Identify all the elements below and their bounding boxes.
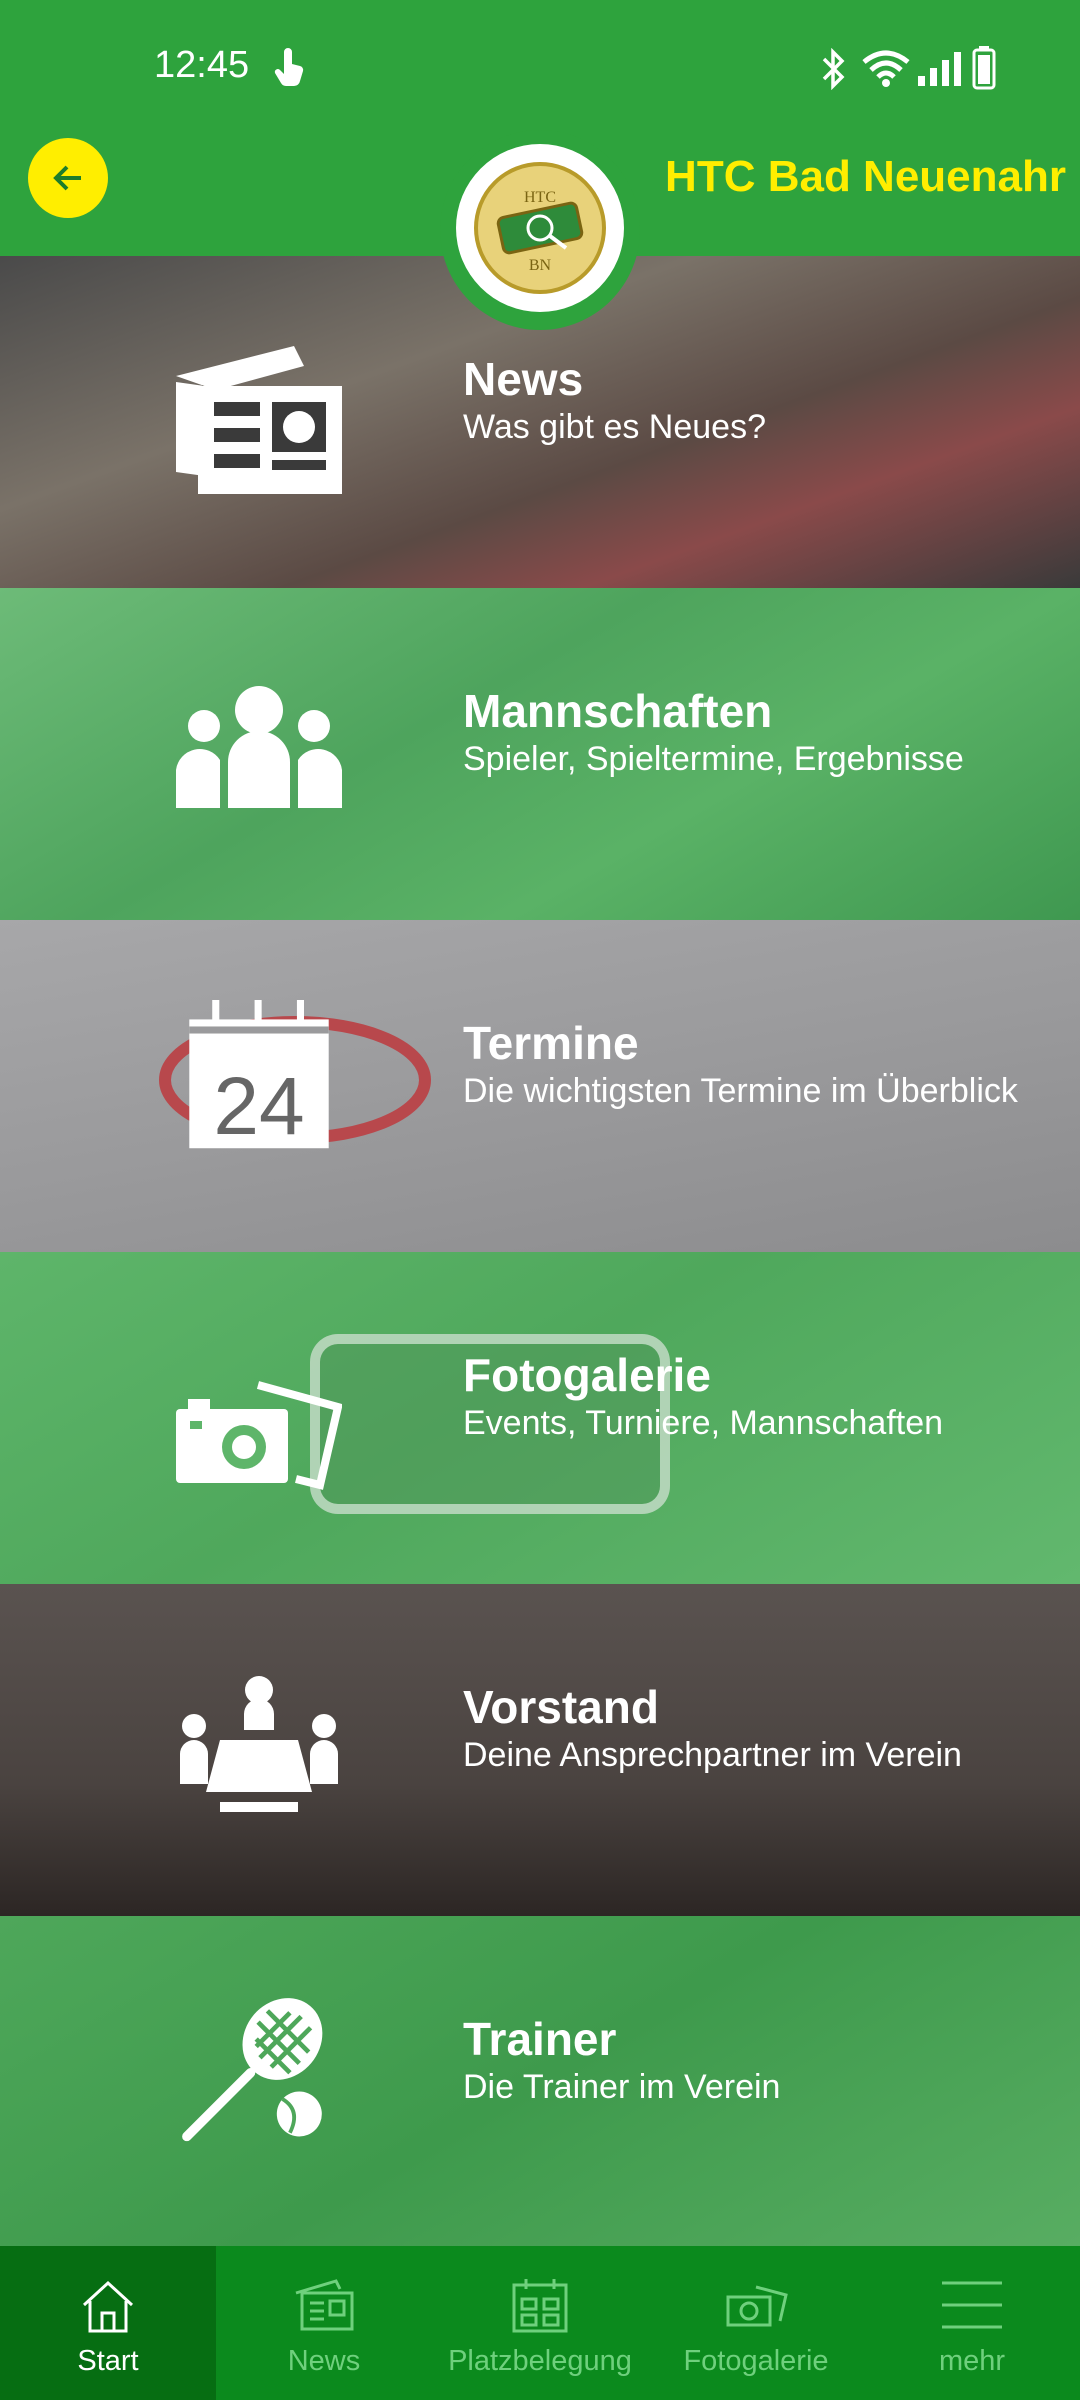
back-button[interactable]: [28, 138, 108, 218]
svg-text:BN: BN: [529, 257, 552, 274]
team-icon: [176, 686, 342, 808]
status-bar: 12:45: [0, 0, 1080, 140]
nav-label: Start: [77, 2345, 139, 2377]
camera-icon: [176, 1381, 342, 1490]
bluetooth-icon: [822, 48, 845, 90]
tile-subtitle: Events, Turniere, Mannschaften: [463, 1404, 944, 1442]
nav-label: Fotogalerie: [683, 2345, 829, 2377]
touch-icon: [274, 48, 304, 87]
menu-tile-mannschaften[interactable]: Mannschaften Spieler, Spieltermine, Erge…: [0, 588, 1080, 920]
menu-tile-vorstand[interactable]: Vorstand Deine Ansprechpartner im Verein: [0, 1584, 1080, 1916]
newspaper-icon: [295, 2279, 354, 2331]
nav-item-mehr[interactable]: mehr: [864, 2246, 1080, 2400]
calendar-day: 24: [213, 1061, 305, 1152]
menu-tile-termine[interactable]: 24 Termine Die wichtigsten Termine im Üb…: [0, 920, 1080, 1252]
tile-subtitle: Deine Ansprechpartner im Verein: [463, 1736, 962, 1774]
tile-title: Termine: [463, 1017, 639, 1069]
crest-icon: HTC BN: [496, 189, 584, 274]
app-title: HTC Bad Neuenahr: [665, 152, 1066, 201]
calendar-grid-icon: [512, 2279, 568, 2333]
battery-icon: [972, 46, 996, 90]
wifi-icon: [862, 50, 910, 87]
club-crest: HTC BN: [474, 162, 606, 294]
tile-title: Trainer: [463, 2013, 617, 2065]
camera-icon: [726, 2285, 788, 2327]
nav-label: mehr: [938, 2345, 1006, 2377]
tile-subtitle: Spieler, Spieltermine, Ergebnisse: [463, 740, 964, 778]
nav-item-news[interactable]: News: [216, 2246, 432, 2400]
club-logo[interactable]: HTC BN: [456, 144, 624, 312]
tile-subtitle: Die wichtigsten Termine im Überblick: [463, 1072, 1018, 1110]
tile-subtitle: Was gibt es Neues?: [463, 408, 766, 446]
nav-item-platzbelegung[interactable]: Platzbelegung: [432, 2246, 648, 2400]
signal-icon: [918, 52, 961, 86]
tile-title: Mannschaften: [463, 685, 773, 737]
bottom-navigation: Start News Platzbelegung Fotogalerie meh…: [0, 2246, 1080, 2400]
nav-item-start[interactable]: Start: [0, 2246, 216, 2400]
status-time: 12:45: [154, 44, 250, 86]
menu-tile-trainer[interactable]: Trainer Die Trainer im Verein: [0, 1916, 1080, 2246]
newspaper-icon: [176, 346, 342, 494]
tile-title: Vorstand: [463, 1681, 659, 1733]
nav-label: Platzbelegung: [448, 2345, 632, 2377]
home-icon: [82, 2280, 134, 2333]
svg-text:HTC: HTC: [524, 189, 556, 206]
tile-subtitle: Die Trainer im Verein: [463, 2068, 781, 2106]
menu-icon: [942, 2281, 1002, 2329]
tile-title: News: [463, 353, 584, 405]
nav-item-fotogalerie[interactable]: Fotogalerie: [648, 2246, 864, 2400]
tile-title: Fotogalerie: [463, 1349, 711, 1401]
meeting-icon: [180, 1676, 338, 1812]
nav-label: News: [287, 2345, 361, 2377]
tennis-racket-icon: [182, 1998, 323, 2142]
arrow-left-icon: [53, 165, 81, 191]
menu-tile-fotogalerie[interactable]: Fotogalerie Events, Turniere, Mannschaft…: [0, 1252, 1080, 1584]
